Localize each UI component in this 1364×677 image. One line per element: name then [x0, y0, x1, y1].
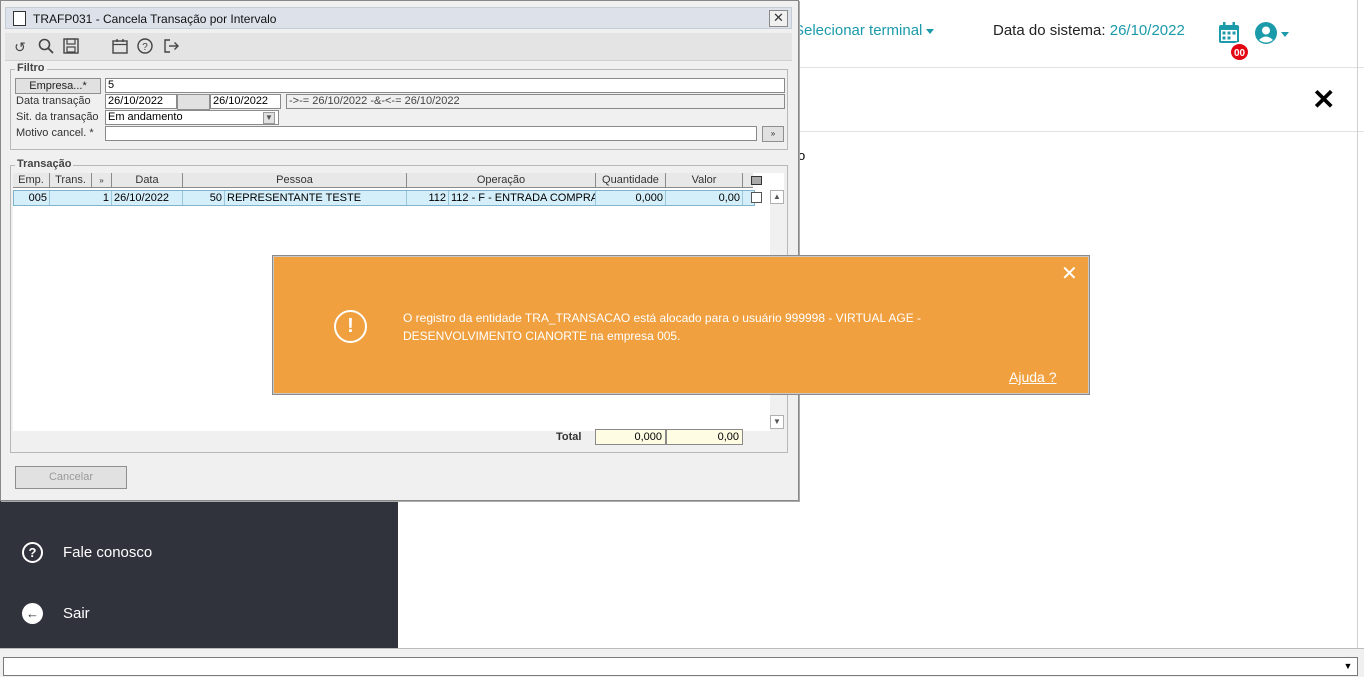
row-checkbox[interactable] — [751, 192, 762, 203]
help-icon[interactable]: ? — [136, 38, 154, 56]
content-header — [798, 68, 1364, 132]
col-quantidade[interactable]: Quantidade — [596, 173, 666, 188]
select-all-icon[interactable] — [751, 175, 762, 185]
close-icon[interactable]: ✕ — [1312, 86, 1335, 114]
col-select[interactable] — [743, 173, 770, 188]
col-sort[interactable]: » — [92, 173, 112, 188]
scroll-down-icon[interactable]: ▼ — [770, 415, 784, 429]
window-titlebar[interactable]: TRAFP031 - Cancela Transação por Interva… — [5, 7, 792, 29]
exit-icon[interactable] — [162, 38, 180, 56]
chevron-down-icon — [926, 28, 935, 34]
arrow-left-circle-icon: ← — [22, 603, 43, 624]
situacao-value: Em andamento — [108, 111, 183, 123]
grid-header: Emp. Trans. » Data Pessoa Operação Quant… — [13, 173, 762, 188]
alert-message: O registro da entidade TRA_TRANSACAO est… — [403, 311, 922, 343]
filter-group-label: Filtro — [15, 62, 47, 74]
exclamation-circle-icon: ! — [334, 310, 367, 343]
alert-toast: ! O registro da entidade TRA_TRANSACAO e… — [273, 256, 1089, 394]
chevron-down-icon[interactable] — [1281, 32, 1289, 37]
background-text: o — [798, 148, 806, 163]
status-bar: ▼ — [0, 648, 1364, 677]
col-valor[interactable]: Valor — [666, 173, 743, 188]
data-start-field[interactable]: 26/10/2022 — [105, 94, 177, 109]
sidebar-item-label: Fale conosco — [63, 544, 153, 561]
notification-badge: 00 — [1229, 42, 1250, 62]
cell-quantidade: 0,000 — [596, 191, 666, 205]
table-row[interactable]: 005 1 26/10/2022 50 REPRESENTANTE TESTE … — [13, 190, 762, 206]
col-pessoa[interactable]: Pessoa — [183, 173, 407, 188]
data-transacao-label: Data transação — [16, 95, 91, 107]
bottom-select[interactable]: ▼ — [3, 657, 1358, 676]
toolbar: ↺ ? — [5, 33, 792, 61]
col-trans[interactable]: Trans. — [50, 173, 92, 188]
col-operacao[interactable]: Operação — [407, 173, 596, 188]
situacao-select[interactable]: Em andamento — [105, 110, 279, 125]
window-title: TRAFP031 - Cancela Transação por Interva… — [33, 12, 277, 26]
cell-emp: 005 — [14, 191, 50, 205]
sidebar-item-fale-conosco[interactable]: ? Fale conosco — [22, 542, 152, 563]
empresa-button[interactable]: Empresa...* — [15, 78, 101, 94]
motivo-label: Motivo cancel. * — [16, 127, 94, 139]
transacao-group-label: Transação — [15, 158, 74, 170]
situacao-label: Sit. da transação — [16, 111, 99, 123]
select-terminal-dropdown[interactable]: Selecionar terminal — [794, 22, 935, 39]
empresa-field[interactable]: 5 — [105, 78, 785, 93]
scroll-up-icon[interactable]: ▲ — [770, 190, 784, 204]
cell-op-cod: 112 — [407, 191, 449, 205]
chevron-down-icon[interactable]: ▼ — [263, 112, 275, 124]
window-close-button[interactable]: ✕ — [769, 10, 788, 27]
undo-icon[interactable]: ↺ — [11, 38, 29, 56]
motivo-field[interactable] — [105, 126, 757, 141]
help-link[interactable]: Ajuda ? — [1009, 369, 1056, 385]
date-range-button[interactable] — [177, 94, 210, 110]
total-label: Total — [556, 431, 582, 443]
form-window: TRAFP031 - Cancela Transação por Interva… — [0, 0, 799, 501]
cell-valor: 0,00 — [666, 191, 743, 205]
calendar-icon[interactable] — [111, 38, 129, 56]
expand-button[interactable]: » — [762, 126, 784, 142]
col-data[interactable]: Data — [112, 173, 183, 188]
search-icon[interactable] — [37, 38, 55, 56]
sidebar: ? Fale conosco ← Sair — [0, 500, 398, 648]
save-icon[interactable] — [62, 38, 80, 56]
cell-op-nome: 112 - F - ENTRADA COMPRA E — [451, 191, 596, 205]
system-date: Data do sistema: 26/10/2022 — [993, 22, 1185, 39]
chevron-down-icon: ▼ — [1343, 661, 1353, 671]
total-valor: 0,00 — [666, 429, 743, 445]
sidebar-item-label: Sair — [63, 605, 90, 622]
cell-pessoa-nome: REPRESENTANTE TESTE — [225, 191, 407, 205]
col-emp[interactable]: Emp. — [13, 173, 50, 188]
date-expression-field: ->-= 26/10/2022 -&-<-= 26/10/2022 — [286, 94, 785, 109]
divider — [1357, 0, 1358, 648]
svg-text:?: ? — [142, 42, 148, 53]
cell-pessoa-cod: 50 — [183, 191, 225, 205]
total-quantidade: 0,000 — [595, 429, 666, 445]
question-circle-icon: ? — [22, 542, 43, 563]
sidebar-item-sair[interactable]: ← Sair — [22, 603, 90, 624]
close-icon[interactable]: ✕ — [1061, 264, 1078, 284]
document-icon — [13, 11, 26, 26]
user-avatar-icon[interactable] — [1254, 21, 1278, 45]
cancelar-button[interactable]: Cancelar — [15, 466, 127, 489]
cell-data: 26/10/2022 — [112, 191, 183, 205]
data-end-field[interactable]: 26/10/2022 — [210, 94, 281, 109]
cell-trans: 1 — [50, 191, 112, 205]
